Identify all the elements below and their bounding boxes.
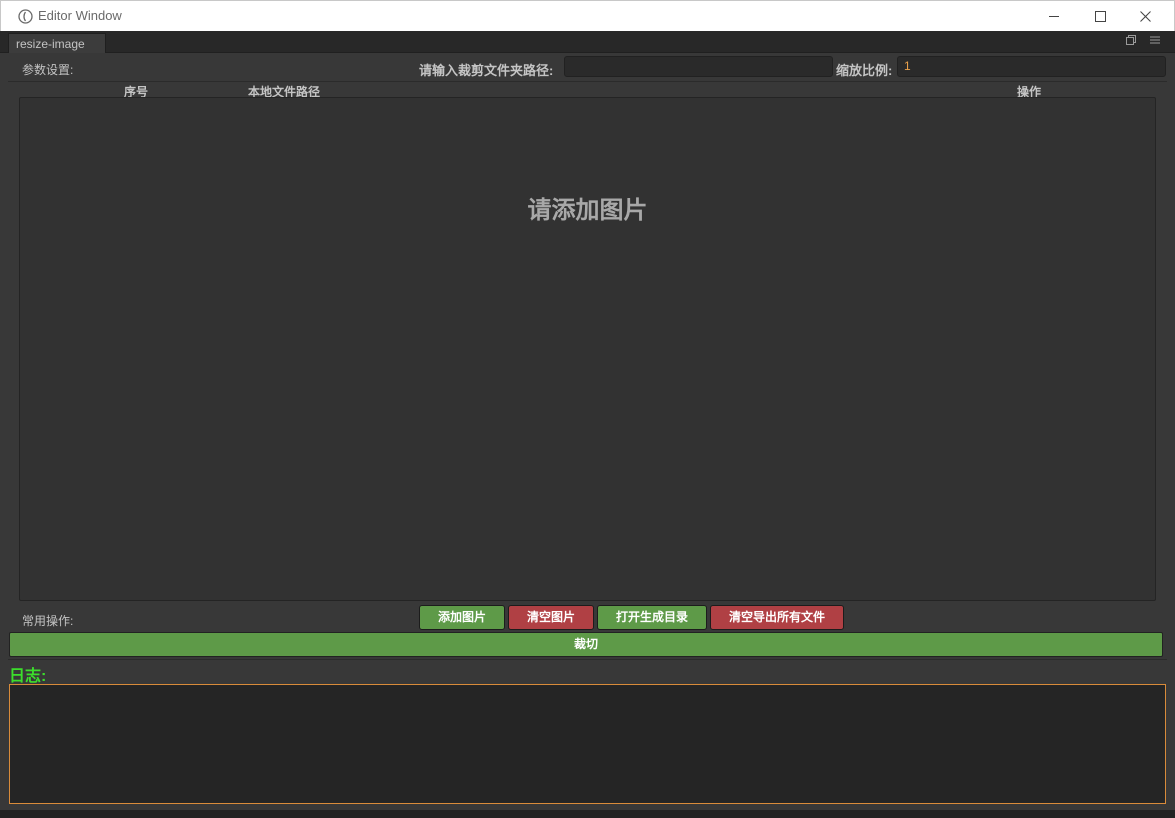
menu-icon[interactable] [1148, 35, 1162, 49]
tab-resize-image[interactable]: resize-image [8, 33, 106, 54]
popout-icon[interactable] [1124, 35, 1138, 49]
minimize-icon [1048, 16, 1059, 17]
image-list[interactable]: 请添加图片 [19, 97, 1156, 601]
minimize-button[interactable] [1031, 1, 1077, 32]
close-button[interactable] [1122, 1, 1168, 32]
folder-path-input[interactable] [564, 56, 833, 77]
maximize-icon [1094, 11, 1106, 22]
folder-path-label: 请输入裁剪文件夹路径: [419, 63, 554, 78]
header-separator [8, 81, 1167, 82]
bottom-edge [0, 810, 1175, 818]
tab-bar: resize-image [0, 31, 1175, 54]
add-images-button[interactable]: 添加图片 [419, 605, 505, 630]
log-separator [8, 659, 1167, 660]
window-title: Editor Window [38, 8, 122, 23]
empty-list-message: 请添加图片 [527, 197, 648, 224]
log-title: 日志: [9, 668, 47, 685]
unity-logo-icon [18, 9, 33, 24]
actions-section-label: 常用操作: [22, 614, 74, 628]
params-section-label: 参数设置: [22, 63, 74, 77]
clear-exported-files-button[interactable]: 清空导出所有文件 [710, 605, 844, 630]
title-bar: Editor Window [0, 0, 1175, 31]
editor-window: Editor Window resize-image 参数设置: 请输入裁剪文件… [0, 0, 1175, 818]
open-output-dir-button[interactable]: 打开生成目录 [597, 605, 707, 630]
clear-images-button[interactable]: 清空图片 [508, 605, 594, 630]
tab-label: resize-image [16, 37, 85, 51]
log-output[interactable] [9, 684, 1166, 804]
scale-label: 缩放比例: [836, 63, 893, 78]
resize-image-panel: 参数设置: 请输入裁剪文件夹路径: 缩放比例: 1 序号 本地文件路径 操作 请… [8, 53, 1167, 810]
maximize-button[interactable] [1077, 1, 1123, 32]
scale-input[interactable]: 1 [897, 56, 1166, 77]
crop-button[interactable]: 裁切 [9, 632, 1163, 657]
close-icon [1139, 11, 1151, 22]
